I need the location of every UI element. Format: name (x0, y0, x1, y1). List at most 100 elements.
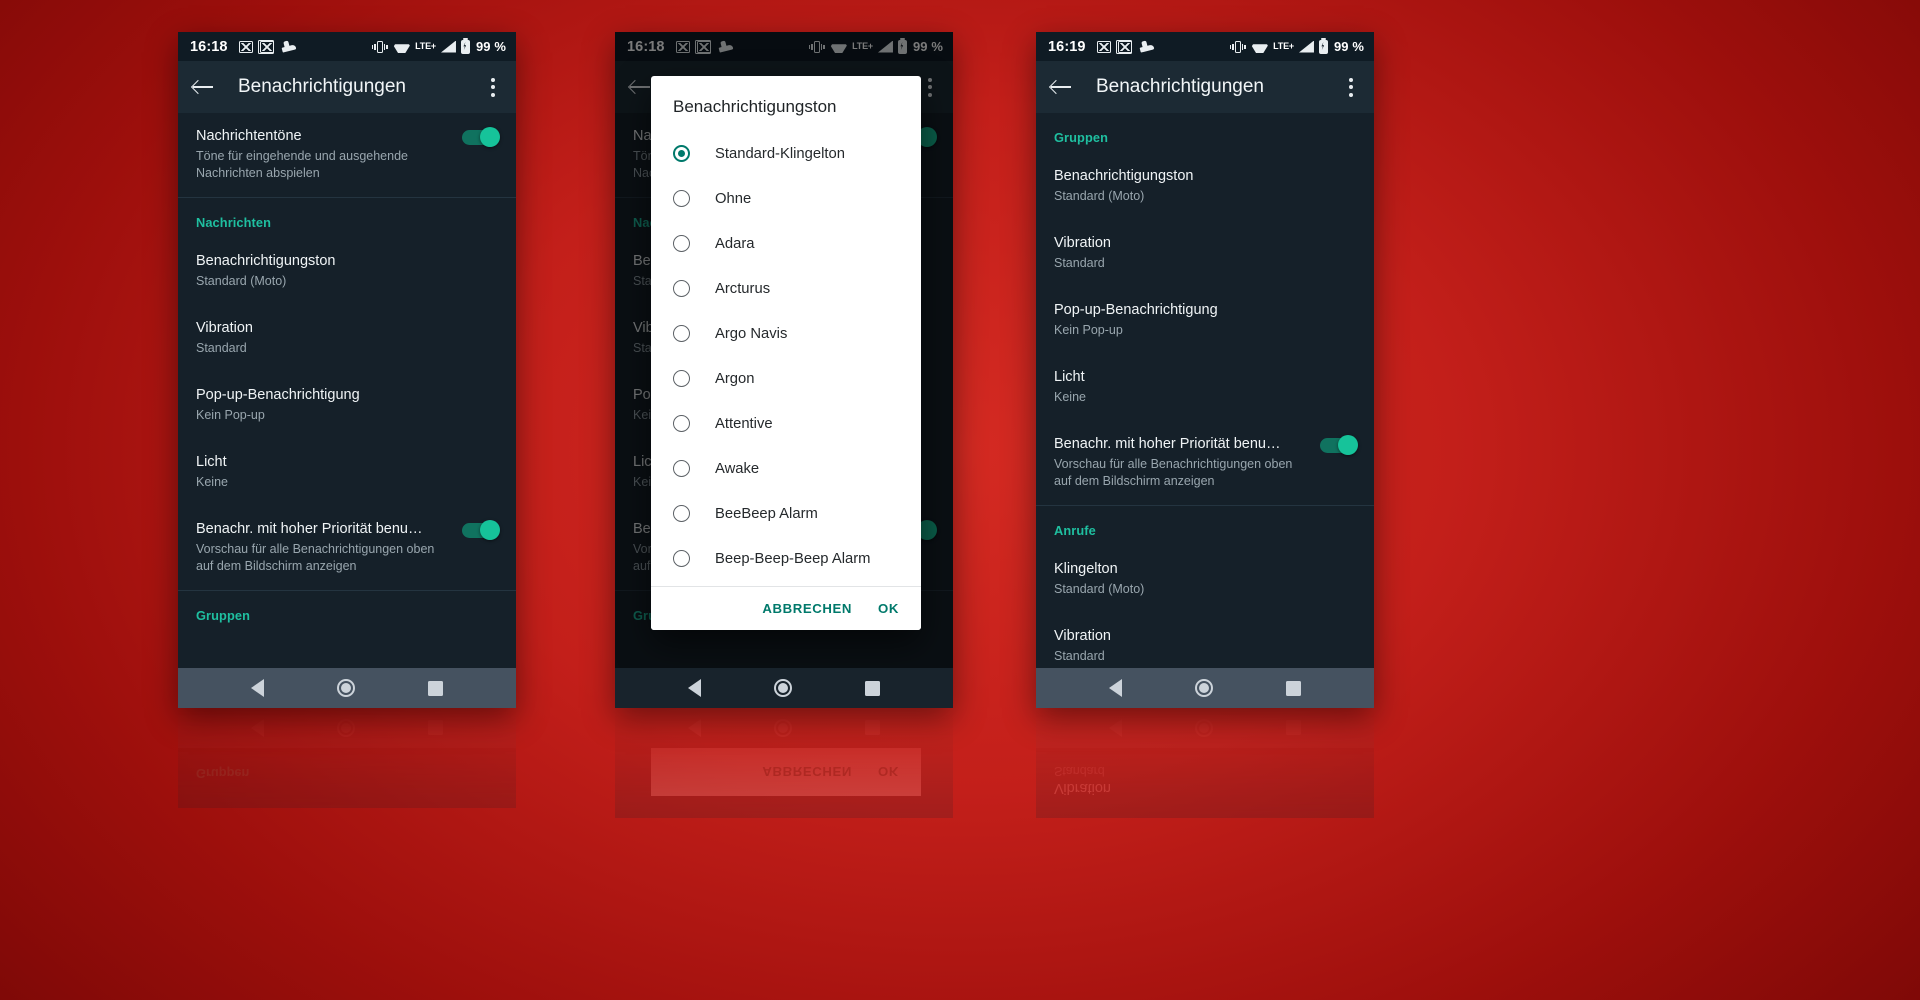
ringtone-option[interactable]: Standard-Klingelton (651, 131, 921, 176)
setting-row-notification-tone[interactable]: Benachrichtigungston Standard (Moto) (1036, 153, 1374, 220)
setting-row-light[interactable]: Licht Keine (178, 439, 516, 506)
setting-row-message-tones[interactable]: Nachrichtentöne Töne für eingehende und … (178, 113, 516, 197)
setting-row-vibration[interactable]: Vibration Standard (178, 305, 516, 372)
gmail-icon (238, 40, 253, 53)
more-vert-icon[interactable] (1340, 74, 1362, 100)
setting-row-call-vibration[interactable]: Vibration Standard (1036, 613, 1374, 668)
ringtone-option[interactable]: Argo Navis (651, 311, 921, 356)
nav-back-icon[interactable] (250, 679, 264, 697)
row-texts: Pop-up-Benachrichtigung Kein Pop-up (1054, 301, 1356, 339)
row-title: Benachrichtigungston (196, 252, 336, 269)
radio-icon[interactable] (673, 235, 690, 252)
reflected-cancel-button: ABBRECHEN (762, 764, 853, 780)
ringtone-option[interactable]: Bird Loop (651, 581, 921, 586)
radio-icon[interactable] (673, 460, 690, 477)
reflected-row-subtitle: Standard (1054, 764, 1105, 778)
settings-list: Gruppen Benachrichtigungston Standard (M… (1036, 113, 1374, 668)
radio-icon[interactable] (673, 190, 690, 207)
row-subtitle: Standard (1054, 256, 1105, 271)
ringtone-option[interactable]: Awake (651, 446, 921, 491)
ringtone-option[interactable]: Adara (651, 221, 921, 266)
phone2-screen: 16:18 LTE+ 99 % Benachrichtigungen (615, 32, 953, 708)
row-subtitle: Vorschau für alle Benachrichtigungen obe… (1054, 457, 1293, 488)
option-label: Argo Navis (715, 325, 788, 342)
ringtone-option[interactable]: Attentive (651, 401, 921, 446)
status-bar-right: LTE+ 99 % (1229, 37, 1364, 54)
option-label: BeeBeep Alarm (715, 505, 818, 522)
section-header-gruppen: Gruppen (196, 607, 251, 623)
toggle-high-priority[interactable] (462, 519, 500, 540)
setting-row-high-priority[interactable]: Benachr. mit hoher Priorität benu… Vorsc… (178, 506, 516, 590)
cancel-button[interactable]: ABBRECHEN (762, 601, 852, 616)
ringtone-option[interactable]: Ohne (651, 176, 921, 221)
row-texts: Licht Keine (1054, 368, 1356, 406)
radio-icon[interactable] (673, 415, 690, 432)
setting-row-popup[interactable]: Pop-up-Benachrichtigung Kein Pop-up (1036, 287, 1374, 354)
nav-bar (1036, 668, 1374, 708)
nav-home-icon[interactable] (1194, 679, 1213, 697)
setting-row-ringtone[interactable]: Klingelton Standard (Moto) (1036, 546, 1374, 613)
nav-recent-icon[interactable] (1286, 680, 1302, 696)
nav-home-icon[interactable] (773, 679, 792, 697)
row-subtitle: Keine (196, 475, 228, 489)
vibrate-icon (371, 40, 388, 54)
row-texts: Benachrichtigungston Standard (Moto) (1054, 167, 1356, 205)
radio-icon[interactable] (673, 550, 690, 567)
ok-button[interactable]: OK (878, 601, 899, 616)
phone2-reflection: ABBRECHEN OK (615, 708, 953, 868)
nav-back-icon (687, 719, 701, 737)
ringtone-option[interactable]: Argon (651, 356, 921, 401)
section-header-anrufe: Anrufe (1054, 522, 1096, 538)
more-vert-icon[interactable] (482, 74, 504, 100)
row-title: Vibration (196, 319, 253, 336)
row-subtitle: Töne für eingehende und ausgehende Nachr… (196, 149, 408, 180)
row-subtitle: Standard (Moto) (1054, 189, 1145, 204)
setting-row-notification-tone[interactable]: Benachrichtigungston Standard (Moto) (178, 238, 516, 305)
battery-charging-icon (1318, 37, 1328, 54)
reflected-dialog-actions: ABBRECHEN OK (651, 748, 921, 796)
phone-screenshot-dialog: 16:18 LTE+ 99 % Benachrichtigungen (615, 32, 953, 818)
status-bar-left: 16:19 (1048, 39, 1156, 55)
row-texts: Licht Keine (196, 453, 498, 491)
setting-row-high-priority[interactable]: Benachr. mit hoher Priorität benu… Vorsc… (1036, 421, 1374, 505)
nav-home-icon[interactable] (336, 679, 355, 697)
nav-back-icon[interactable] (1108, 679, 1122, 697)
setting-row-vibration[interactable]: Vibration Standard (1036, 220, 1374, 287)
option-label: Ohne (715, 190, 752, 207)
status-time: 16:19 (1048, 38, 1086, 55)
signal-icon (440, 40, 456, 53)
row-texts: Benachrichtigungston Standard (Moto) (196, 252, 498, 290)
gmail-icon (1096, 40, 1111, 53)
row-subtitle: Kein Pop-up (196, 408, 265, 422)
row-title: Nachrichtentöne (196, 128, 302, 144)
nav-recent-icon[interactable] (865, 680, 881, 696)
moto-boot-icon (281, 40, 298, 53)
arrow-back-icon[interactable] (1048, 74, 1074, 100)
arrow-back-icon[interactable] (190, 74, 216, 100)
reflected-nav-bar (615, 708, 953, 748)
ringtone-option[interactable]: BeeBeep Alarm (651, 491, 921, 536)
nav-bar (615, 668, 953, 708)
phone3-reflection: Vibration Standard (1036, 708, 1374, 868)
radio-icon[interactable] (673, 370, 690, 387)
phone1-screen: 16:18 LTE+ 99 % Benachrichtigungen Nachr… (178, 32, 516, 708)
reflection-inner: Gruppen (178, 708, 516, 868)
nav-recent-icon[interactable] (428, 680, 444, 696)
ringtone-option-list[interactable]: Standard-Klingelton Ohne Adara Arcturus … (651, 131, 921, 586)
radio-icon[interactable] (673, 280, 690, 297)
phone1-reflection: Gruppen (178, 708, 516, 868)
battery-percent: 99 % (1333, 39, 1364, 54)
ringtone-option[interactable]: Arcturus (651, 266, 921, 311)
radio-icon[interactable] (673, 325, 690, 342)
ringtone-option[interactable]: Beep-Beep-Beep Alarm (651, 536, 921, 581)
reflected-nav-bar (1036, 708, 1374, 748)
toggle-high-priority[interactable] (1320, 435, 1358, 455)
status-time: 16:18 (190, 38, 228, 55)
toggle-message-tones[interactable] (462, 127, 500, 147)
setting-row-light[interactable]: Licht Keine (1036, 354, 1374, 421)
nav-back-icon[interactable] (687, 679, 701, 697)
phone-screenshot-groups: 16:19 LTE+ 99 % Benachrichtigungen Grupp… (1036, 32, 1374, 818)
radio-icon[interactable] (673, 505, 690, 522)
radio-selected-icon[interactable] (673, 145, 690, 162)
setting-row-popup[interactable]: Pop-up-Benachrichtigung Kein Pop-up (178, 372, 516, 439)
